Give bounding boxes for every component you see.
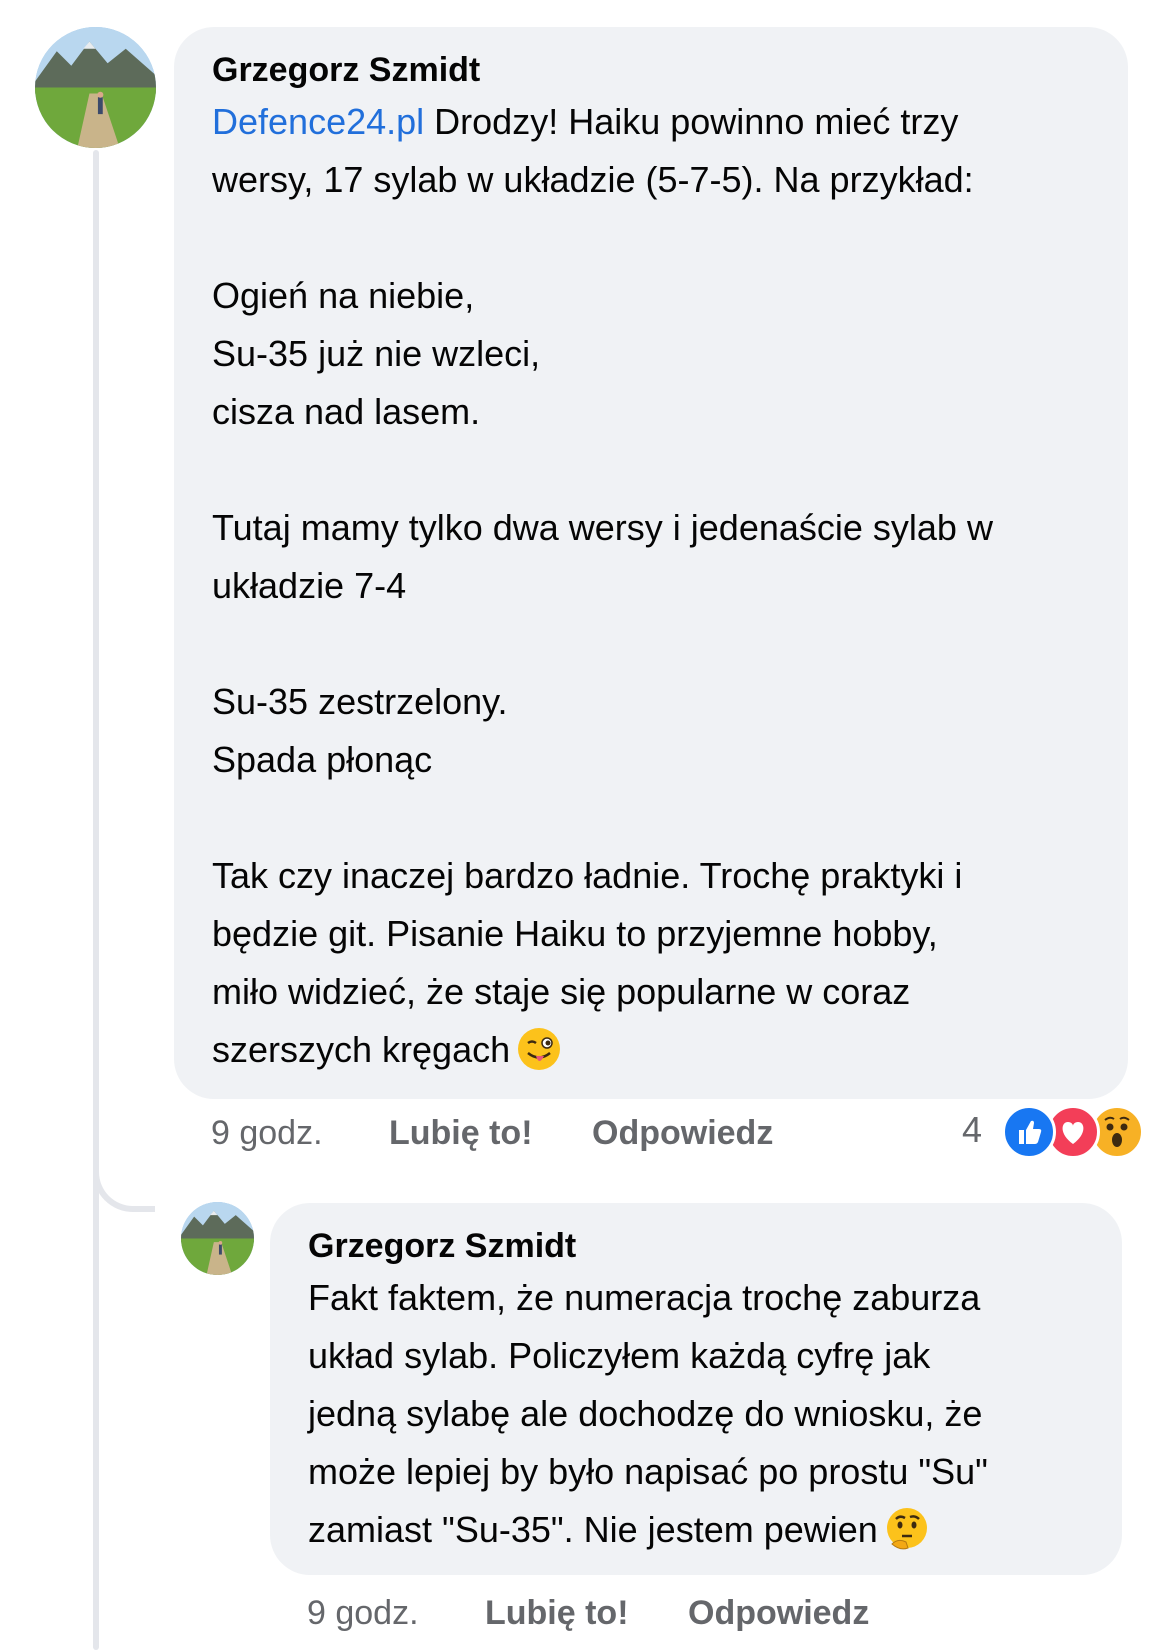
like-button[interactable]: Lubię to! (389, 1113, 533, 1153)
comment-text: Fakt faktem, że numeracja trochę zaburza… (308, 1269, 1088, 1569)
like-reaction-icon (1002, 1105, 1056, 1159)
reply-connector (93, 1150, 155, 1212)
comment-meta: 9 godz. Lubię to! Odpowiedz (211, 1113, 811, 1153)
avatar[interactable] (35, 27, 156, 148)
winking-face-with-tongue-icon (516, 1026, 562, 1089)
comment-author[interactable]: Grzegorz Szmidt (212, 47, 1092, 93)
comment-paragraph: Tak czy inaczej bardzo ładnie. Trochę pr… (212, 855, 963, 1070)
comment-bubble: Grzegorz Szmidt Defence24.pl Drodzy! Hai… (174, 27, 1128, 1099)
comment-paragraph: Tutaj mamy tylko dwa wersy i jedenaście … (212, 507, 993, 606)
comment-text: Defence24.pl Drodzy! Haiku powinno mieć … (212, 93, 1092, 1089)
comment-timestamp[interactable]: 9 godz. (307, 1593, 419, 1633)
mention-link[interactable]: Defence24.pl (212, 101, 424, 142)
thinking-face-icon (884, 1506, 930, 1569)
comment-meta: 9 godz. Lubię to! Odpowiedz (307, 1593, 927, 1633)
thread-line (93, 150, 99, 1650)
reply-button[interactable]: Odpowiedz (592, 1113, 773, 1153)
comment-paragraph: Su-35 zestrzelony. Spada płonąc (212, 681, 508, 780)
comment-paragraph: Ogień na niebie, Su-35 już nie wzleci, c… (212, 275, 541, 432)
comment-timestamp[interactable]: 9 godz. (211, 1113, 323, 1153)
comment-author[interactable]: Grzegorz Szmidt (308, 1223, 1088, 1269)
reaction-count: 4 (962, 1109, 983, 1150)
reactions-summary[interactable]: 4 (962, 1105, 1162, 1161)
reply-button[interactable]: Odpowiedz (688, 1593, 869, 1633)
like-button[interactable]: Lubię to! (485, 1593, 629, 1633)
avatar[interactable] (181, 1202, 254, 1275)
reply-bubble: Grzegorz Szmidt Fakt faktem, że numeracj… (270, 1203, 1122, 1575)
